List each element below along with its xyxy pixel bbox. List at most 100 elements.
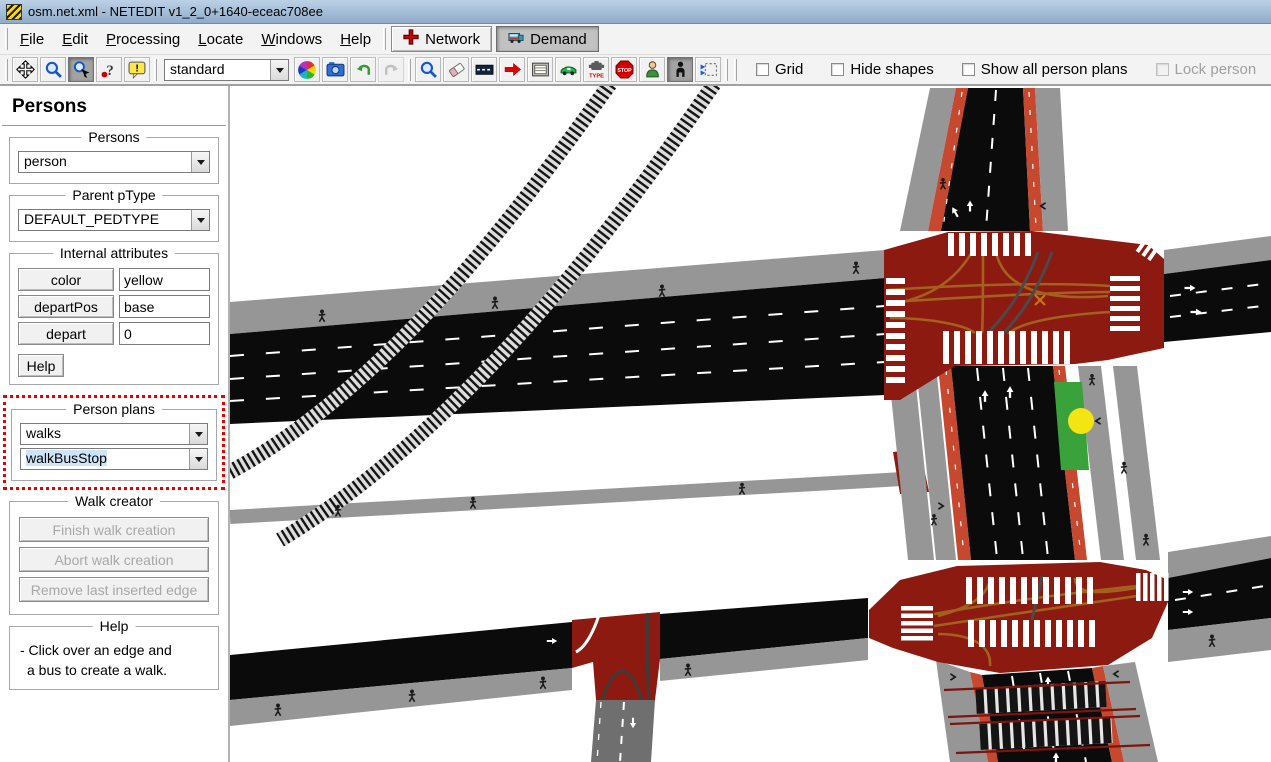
menu-windows[interactable]: Windows [252,28,331,51]
chevron-down-icon[interactable] [189,449,207,469]
toolbar-grip[interactable] [725,59,728,81]
undo-icon [354,60,373,79]
junction-south[interactable] [869,562,1169,673]
pan-view-button[interactable] [12,57,38,82]
chevron-down-icon[interactable] [189,424,207,444]
screenshot-button[interactable] [322,57,348,82]
person-plan-mode-button[interactable] [695,57,721,82]
magnifier-icon [419,60,438,79]
svg-text:STOP: STOP [617,68,632,74]
network-view[interactable] [230,86,1271,762]
menu-help[interactable]: Help [331,28,380,51]
red-arrow-icon [503,60,522,79]
network-mode-button[interactable]: Network [391,26,492,52]
redo-button [378,57,404,82]
hide-shapes-checkbox[interactable]: Hide shapes [831,61,933,78]
move-mode-button[interactable] [499,57,525,82]
delete-mode-button[interactable] [443,57,469,82]
person-icon [671,60,690,79]
attributes-help-button[interactable]: Help [18,354,64,377]
inspect-mode-button[interactable] [415,57,441,82]
svg-text:!: ! [135,63,139,75]
depart-input[interactable] [119,322,210,345]
color-attribute-button[interactable]: color [18,268,114,291]
departpos-attribute-button[interactable]: departPos [18,295,114,318]
route-mode-button[interactable] [471,57,497,82]
person-marker[interactable] [1068,408,1094,434]
zoom-button[interactable] [40,57,66,82]
show-person-plans-checkbox[interactable]: Show all person plans [962,61,1128,78]
departpos-input[interactable] [119,295,210,318]
edge-bottom-road[interactable] [230,598,868,726]
view-preset-select[interactable]: standard [164,59,289,81]
camera-icon [326,60,345,79]
stop-mode-button[interactable] [527,57,553,82]
toolbar-grip[interactable] [383,28,386,50]
chevron-down-icon[interactable] [191,152,209,172]
stop-sign-icon: STOP [615,60,634,79]
context-help-button[interactable]: ? [96,57,122,82]
divider [2,125,226,126]
chevron-down-icon[interactable] [270,60,288,80]
person-type-mode-button[interactable] [639,57,665,82]
toolbar-grip[interactable] [734,59,737,81]
window-title: osm.net.xml - NETEDIT v1_2_0+1640-eceac7… [28,4,323,19]
toolbar-grip[interactable] [5,59,8,81]
menu-file[interactable]: File [11,28,53,51]
app-icon [6,4,22,20]
network-canvas[interactable] [230,86,1271,762]
vehicle-type-mode-button[interactable]: TYPE [583,57,609,82]
edge-north-road[interactable] [900,88,1068,231]
menu-edit[interactable]: Edit [53,28,97,51]
edge-south-lane[interactable] [591,700,655,762]
menu-locate[interactable]: Locate [189,28,252,51]
toolbar-grip[interactable] [408,59,411,81]
stop-sign-mode-button[interactable]: STOP [611,57,637,82]
network-mode-icon [403,29,419,49]
ptype-select[interactable]: DEFAULT_PEDTYPE [18,209,210,231]
edge-vertical-road[interactable] [888,366,1160,560]
zoom-select-icon [72,60,91,79]
checkbox-icon[interactable] [831,63,844,76]
color-input[interactable] [119,268,210,291]
plan-mode-select[interactable]: walkBusStop [20,448,208,470]
persons-group: Persons person [9,137,219,184]
chevron-down-icon[interactable] [191,210,209,230]
person-plan-icon [699,60,718,79]
edge-east-road[interactable] [1164,236,1271,342]
person-select[interactable]: person [18,151,210,173]
checkbox-icon[interactable] [962,63,975,76]
tooltip-icon: ! [128,60,147,79]
color-scheme-button[interactable] [294,57,320,82]
question-icon: ? [100,60,119,79]
tooltip-button[interactable]: ! [124,57,150,82]
demand-mode-button[interactable]: Demand [496,26,599,52]
depart-attribute-button[interactable]: depart [18,322,114,345]
parent-ptype-group: Parent pType DEFAULT_PEDTYPE [9,195,219,242]
checkbox-icon[interactable] [756,63,769,76]
vehicle-type-icon: TYPE [587,60,606,79]
svg-text:TYPE: TYPE [589,74,604,79]
toolbar-grip[interactable] [5,28,8,50]
person-type-icon [643,60,662,79]
plan-type-select[interactable]: walks [20,423,208,445]
walk-creator-group: Walk creator Finish walk creation Abort … [9,501,219,615]
abort-walk-button: Abort walk creation [19,547,209,572]
menu-bar: File Edit Processing Locate Windows Help… [0,24,1271,55]
undo-button[interactable] [350,57,376,82]
person-mode-button[interactable] [667,57,693,82]
svg-text:?: ? [106,63,113,79]
tool-bar: ? ! standard TYPE STOP Grid Hide shapes … [0,55,1271,86]
zoom-select-button[interactable] [68,57,94,82]
checkbox-icon [1156,63,1169,76]
edge-lower-east-road[interactable] [1168,536,1271,662]
menu-processing[interactable]: Processing [97,28,189,51]
grid-checkbox[interactable]: Grid [756,61,803,78]
timetable-icon [531,60,550,79]
help-group: Help - Click over an edge and a bus to c… [9,626,219,690]
vehicle-mode-button[interactable] [555,57,581,82]
demand-mode-icon [508,29,524,49]
junction-t[interactable] [572,612,660,700]
lock-person-checkbox: Lock person [1156,61,1257,78]
toolbar-grip[interactable] [154,59,157,81]
